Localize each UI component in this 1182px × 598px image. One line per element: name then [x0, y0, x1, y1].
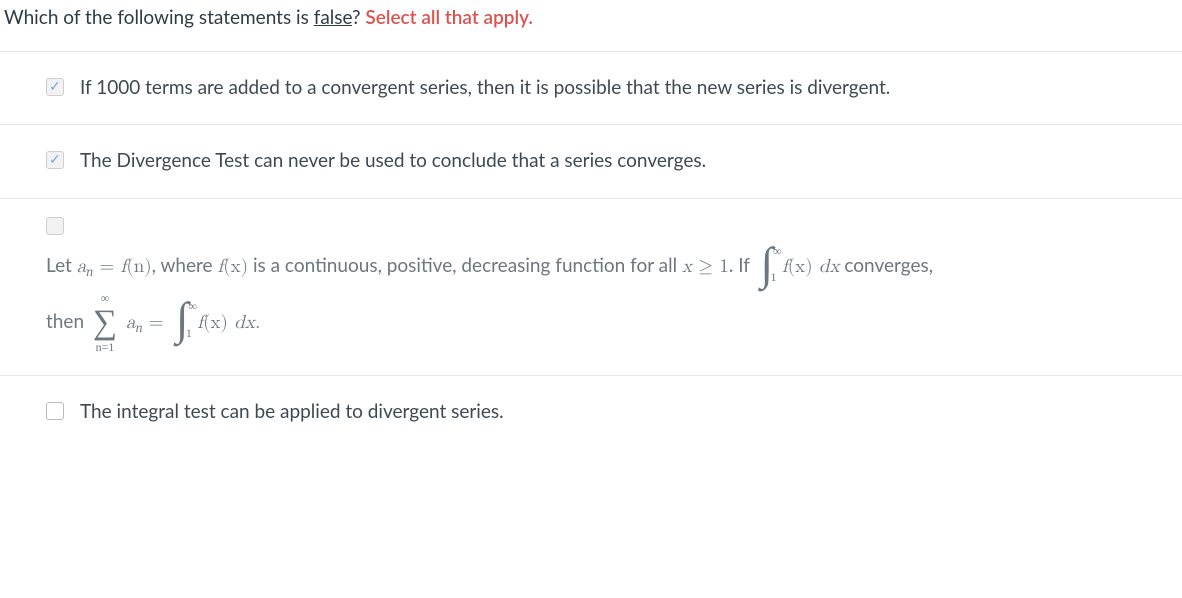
option-text: The integral test can be applied to dive…: [80, 398, 1170, 427]
question-tail: ?: [352, 6, 365, 29]
question-stem: Which of the following statements is fal…: [0, 0, 1182, 51]
question-false-word: false: [314, 6, 352, 29]
integral-icon: ∞ ∫ 1: [176, 298, 189, 348]
checkbox[interactable]: ✓: [46, 151, 64, 169]
checkmark-icon: ✓: [49, 78, 61, 94]
checkbox[interactable]: [46, 402, 64, 420]
option-math-content: Let an = f(n), where f(x) is a continuou…: [0, 235, 1182, 377]
summation-icon: ∞ ∑ n=1: [93, 292, 117, 353]
option-text: The Divergence Test can never be used to…: [80, 147, 1170, 176]
answer-option[interactable]: The integral test can be applied to dive…: [0, 376, 1182, 449]
answer-option[interactable]: ✓ If 1000 terms are added to a convergen…: [0, 52, 1182, 126]
answer-options: ✓ If 1000 terms are added to a convergen…: [0, 51, 1182, 449]
math-text-line2: then ∞ ∑ n=1 an = ∞ ∫ 1 f(x) dx.: [46, 310, 260, 333]
answer-option[interactable]: ✓ The Divergence Test can never be used …: [0, 125, 1182, 199]
question-instruction: Select all that apply.: [365, 6, 532, 29]
option-text: If 1000 terms are added to a convergent …: [80, 74, 1170, 103]
answer-option[interactable]: [0, 199, 1182, 235]
math-text: Let an = f(n), where f(x) is a continuou…: [46, 254, 933, 277]
checkbox[interactable]: [46, 217, 64, 235]
question-lead: Which of the following statements is: [4, 6, 314, 29]
checkbox[interactable]: ✓: [46, 78, 64, 96]
integral-icon: ∞ ∫ 1: [760, 243, 773, 293]
checkmark-icon: ✓: [49, 151, 61, 167]
